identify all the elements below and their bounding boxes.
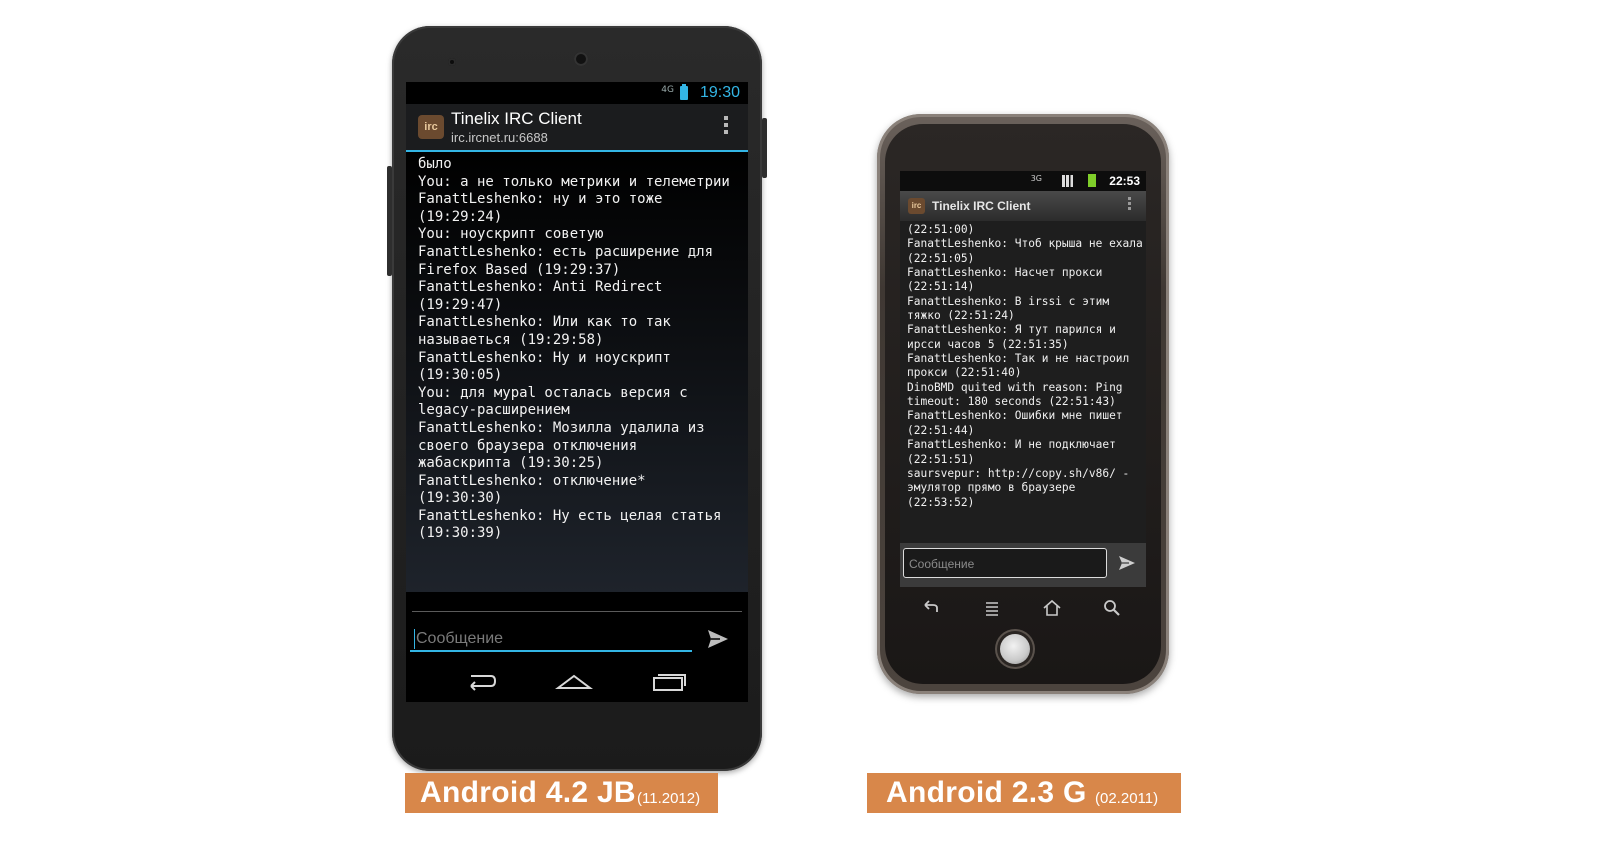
message-input[interactable]: Сообщение	[410, 626, 692, 652]
front-camera	[448, 58, 456, 66]
chat-log[interactable]: (22:51:00) FanattLeshenko: Чтоб крыша не …	[900, 221, 1146, 543]
caption-date: (11.2012)	[637, 790, 701, 807]
divider	[412, 611, 742, 612]
back-icon[interactable]	[920, 598, 942, 618]
caption-name: Android 2.3 G	[886, 776, 1087, 809]
chat-message: You: а не только метрики и телеметрии	[418, 173, 730, 190]
chat-log[interactable]: было You: а не только метрики и телеметри…	[406, 152, 748, 592]
send-icon[interactable]	[706, 628, 730, 650]
message-input[interactable]: Сообщение	[903, 548, 1107, 578]
chat-message: saursvepur: http://copy.sh/v86/ - эмулят…	[907, 466, 1137, 509]
server-subtitle: irc.ircnet.ru:6688	[451, 130, 548, 145]
chat-message: FanattLeshenko: отключение* (19:30:30)	[418, 472, 655, 507]
home-icon[interactable]	[554, 668, 594, 694]
gb-screen: 3G 22:53 irc Tinelix IRC Client (22:51:0…	[900, 171, 1146, 587]
search-icon[interactable]	[1101, 598, 1123, 618]
app-icon[interactable]: irc	[418, 115, 444, 139]
send-icon[interactable]	[1118, 555, 1136, 571]
app-title: Tinelix IRC Client	[932, 199, 1031, 213]
chat-message: FanattLeshenko: ну и это тоже (19:29:24)	[418, 191, 671, 225]
overflow-menu-icon[interactable]	[724, 116, 728, 136]
chat-message: FanattLeshenko: Ну и ноускрипт (19:30:05…	[418, 349, 680, 384]
message-list: было You: а не только метрики и телеметри…	[418, 156, 738, 543]
signal-icon	[1062, 175, 1076, 187]
message-input-placeholder: Сообщение	[416, 630, 504, 647]
power-button	[387, 166, 392, 276]
chat-message: DinoBMD quited with reason: Ping timeout…	[907, 380, 1130, 409]
chat-message: было	[418, 156, 452, 172]
chat-message: (22:51:00)	[907, 223, 975, 236]
title-bar: irc Tinelix IRC Client	[900, 191, 1146, 221]
status-bar: 3G 22:53	[900, 171, 1146, 191]
back-icon[interactable]	[461, 668, 501, 694]
chat-message: FanattLeshenko: Чтоб крыша не ехала (22:…	[907, 237, 1143, 265]
earpiece-speaker	[574, 52, 588, 66]
chat-message: FanattLeshenko: Насчет прокси (22:51:14)	[907, 266, 1110, 294]
caption-android-gb: Android 2.3 G (02.2011)	[867, 773, 1181, 813]
message-input-placeholder: Сообщение	[909, 557, 975, 571]
chat-message: FanattLeshenko: Так и не настроил прокси…	[907, 352, 1137, 380]
chat-message: FanattLeshenko: И не подключает (22:51:5…	[907, 438, 1123, 466]
hardware-keys	[897, 596, 1133, 622]
chat-message: FanattLeshenko: Мозилла удалила из своег…	[418, 419, 714, 472]
chat-message: You: ноускрипт советую	[418, 226, 604, 243]
chat-message: FanattLeshenko: В irssi с этим тяжко (22…	[907, 294, 1116, 323]
recents-icon[interactable]	[648, 668, 688, 694]
overflow-menu-icon[interactable]	[1128, 197, 1132, 215]
chat-message: FanattLeshenko: Anti Redirect (19:29:47)	[418, 279, 671, 313]
chat-message: FanattLeshenko: Я тут парился и ирсси ча…	[907, 323, 1123, 351]
trackball[interactable]	[1000, 634, 1030, 664]
android-gb-device: 3G 22:53 irc Tinelix IRC Client (22:51:0…	[877, 114, 1169, 694]
app-title: Tinelix IRC Client	[451, 109, 582, 128]
menu-icon[interactable]	[981, 598, 1003, 618]
message-list: (22:51:00) FanattLeshenko: Чтоб крыша не …	[907, 223, 1143, 510]
volume-button	[762, 118, 767, 178]
chat-message: You: для мурal осталась версия с legacy-…	[418, 384, 697, 419]
android-jb-device: 4G 19:30 irc Tinelix IRC Client irc.ircn…	[387, 26, 767, 771]
chat-message: FanattLeshenko: Или как то так называеть…	[418, 314, 680, 348]
status-bar: 4G 19:30	[406, 82, 748, 104]
caption-name: Android 4.2 JB	[420, 776, 636, 809]
network-indicator: 3G	[1030, 174, 1042, 183]
app-icon[interactable]: irc	[908, 198, 925, 214]
network-indicator: 4G	[661, 85, 674, 95]
chat-message: FanattLeshenko: Ошибки мне пишет (22:51:…	[907, 409, 1130, 437]
chat-message: FanattLeshenko: Ну есть целая статья (19…	[418, 507, 730, 542]
jb-screen: 4G 19:30 irc Tinelix IRC Client irc.ircn…	[406, 82, 748, 702]
action-bar: irc Tinelix IRC Client irc.ircnet.ru:668…	[406, 104, 748, 152]
input-bar: Сообщение	[900, 543, 1146, 587]
battery-icon	[1088, 174, 1096, 187]
chat-message: FanattLeshenko: есть расширение для Fire…	[418, 243, 722, 278]
navigation-bar	[406, 660, 748, 702]
caption-android-jb: Android 4.2 JB (11.2012)	[405, 773, 718, 813]
battery-icon	[680, 84, 688, 100]
status-time: 22:53	[1109, 174, 1140, 188]
caption-date: (02.2011)	[1095, 790, 1159, 807]
status-time: 19:30	[699, 84, 740, 101]
home-icon[interactable]	[1041, 598, 1063, 618]
